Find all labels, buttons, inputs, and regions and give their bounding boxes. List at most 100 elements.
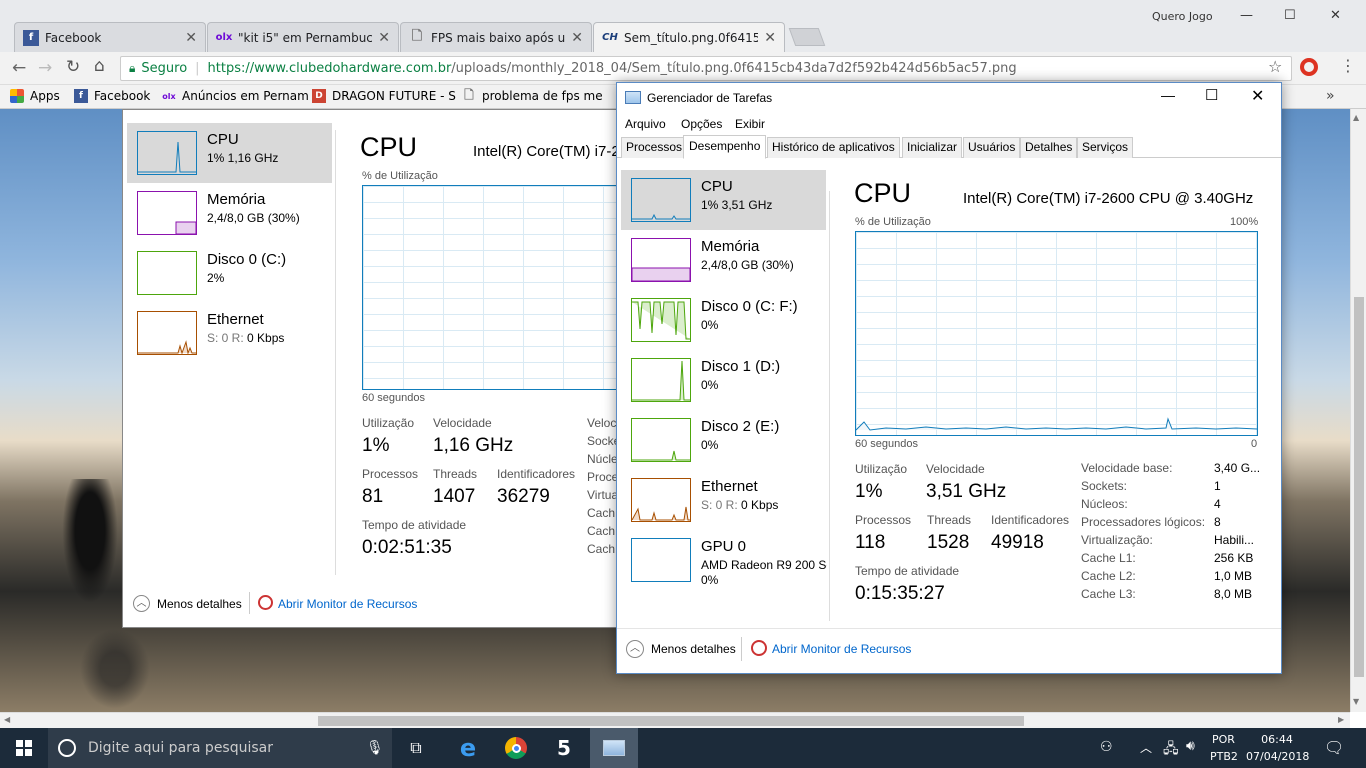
bookmark-facebook[interactable]: f Facebook [74,89,150,103]
close-icon[interactable]: ✕ [1251,86,1264,106]
bookmark-apps[interactable]: Apps [10,89,60,103]
embedded-sidebar: CPU 1% 1,16 GHz Memória 2,4/8,0 GB (30%)… [127,123,332,363]
divider [741,637,742,661]
scroll-right-icon[interactable]: ▶ [1338,715,1344,724]
sidebar-item-disk0[interactable]: Disco 0 (C: F:) 0% [621,290,826,350]
sidebar-item-disk1[interactable]: Disco 1 (D:) 0% [621,350,826,410]
fewer-details-link[interactable]: Menos detalhes [651,642,736,656]
menu-exibir[interactable]: Exibir [735,117,765,131]
more-bookmarks-icon[interactable]: » [1326,88,1335,104]
bookmark-fps[interactable]: 🗋 problema de fps me [462,88,602,104]
microphone-icon[interactable]: 🎙︎ [366,740,384,756]
tab-processos[interactable]: Processos [621,137,688,158]
runner-reflection [80,629,150,709]
menu-icon[interactable]: ⋮ [1340,56,1356,75]
home-icon[interactable]: ⌂ [94,56,105,76]
show-hidden-icons[interactable]: ︿ [1140,739,1152,756]
spec-label: Processadores lógicos: [1081,515,1206,529]
sidebar-sub: 2,4/8,0 GB (30%) [207,211,300,225]
close-tab-icon[interactable]: ✕ [378,30,390,46]
graph-label: % de Utilização [855,216,931,228]
ethernet-thumbnail [137,311,197,355]
browser-tab-image[interactable]: CH Sem_título.png.0f6415cb ✕ [593,22,785,52]
close-tab-icon[interactable]: ✕ [764,30,776,46]
opera-extension-icon[interactable] [1300,58,1318,76]
forward-icon[interactable]: → [38,58,52,78]
tab-usuarios[interactable]: Usuários [963,137,1021,158]
task-manager-taskbar-icon[interactable] [590,728,638,768]
sidebar-label: Memória [701,238,760,255]
menu-opcoes[interactable]: Opções [681,117,722,131]
sidebar-item-gpu[interactable]: GPU 0 AMD Radeon R9 200 Ser 0% [621,530,827,590]
sidebar-item-memory[interactable]: Memória 2,4/8,0 GB (30%) [621,230,826,290]
profile-name[interactable]: Quero Jogo [1152,10,1213,23]
address-bar[interactable]: 🔒︎ Seguro | https://www.clubedohardware.… [120,56,1292,81]
menu-arquivo[interactable]: Arquivo [625,117,666,131]
tab-inicializar[interactable]: Inicializar [902,137,963,158]
bookmark-dragon[interactable]: D DRAGON FUTURE - S [312,89,456,103]
scroll-up-icon[interactable]: ▲ [1353,113,1359,122]
disk2-thumbnail [631,418,691,462]
runner-silhouette [60,479,120,609]
keyboard-layout[interactable]: PTB2 [1210,750,1238,763]
windows-start-icon[interactable] [0,728,48,768]
cpu-usage-graph [855,231,1258,436]
spec-label: Cach [587,524,616,538]
stat-threads: 1528 [927,532,970,553]
volume-icon[interactable]: 🔊︎ [1186,738,1195,754]
search-box[interactable]: Digite aqui para pesquisar 🎙︎ [48,728,392,768]
close-tab-icon[interactable]: ✕ [185,30,197,46]
task-manager-window: Gerenciador de Tarefas — ☐ ✕ Arquivo Opç… [616,82,1282,674]
people-icon[interactable]: ⚇ [1100,739,1113,755]
browser-tab-fps[interactable]: 🗋 FPS mais baixo após upg ✕ [400,22,592,52]
sidebar-item-cpu[interactable]: CPU 1% 3,51 GHz [621,170,826,230]
language-indicator[interactable]: POR [1212,733,1235,746]
url-path: /uploads/monthly_2018_04/Sem_título.png.… [451,61,1017,76]
tab-detalhes[interactable]: Detalhes [1020,137,1078,158]
tab-historico[interactable]: Histórico de aplicativos [767,137,900,158]
reload-icon[interactable]: ↻ [66,57,80,77]
page-title: CPU [854,178,912,208]
chrome-icon[interactable] [492,728,540,768]
clock-time[interactable]: 06:44 [1246,733,1308,746]
spec-label: Sockets: [1081,479,1128,493]
vertical-scrollbar[interactable]: ▲ ▼ [1350,109,1366,712]
bookmark-olx[interactable]: olx Anúncios em Pernam [162,89,309,103]
sidebar-item-ethernet[interactable]: Ethernet S: 0 R: 0 Kbps [621,470,826,530]
close-icon[interactable]: ✕ [1330,8,1341,23]
sidebar-item-cpu: CPU 1% 1,16 GHz [127,123,332,183]
menu-bar: Arquivo Opções Exibir [617,113,1281,135]
tab-servicos[interactable]: Serviços [1077,137,1134,158]
sidebar-item-disk2[interactable]: Disco 2 (E:) 0% [621,410,826,470]
five-app-icon[interactable]: 5 [540,728,588,768]
browser-tab-facebook[interactable]: f Facebook ✕ [14,22,206,52]
clock-date[interactable]: 07/04/2018 [1246,750,1309,763]
tab-desempenho[interactable]: Desempenho [683,135,767,159]
spec-value: 1,0 MB [1214,569,1253,583]
spec-label: Cache L3: [1081,587,1136,601]
task-view-icon[interactable]: ⧉ [392,728,440,768]
back-icon[interactable]: ← [12,58,26,78]
scroll-thumb[interactable] [318,716,1024,726]
notification-icon[interactable]: 🗨︎ [1324,738,1344,757]
scroll-down-icon[interactable]: ▼ [1353,697,1359,706]
star-icon[interactable]: ☆ [1268,57,1282,76]
minimize-icon[interactable]: — [1161,87,1175,103]
maximize-icon[interactable]: ☐ [1205,86,1218,104]
title-bar[interactable]: Gerenciador de Tarefas — ☐ ✕ [617,83,1281,113]
browser-tab-olx[interactable]: olx "kit i5" em Pernambuco - ✕ [207,22,399,52]
spec-value: Habili... [1214,533,1255,547]
chevron-up-icon[interactable]: ︿ [626,640,644,658]
edge-icon[interactable]: e [444,728,492,768]
resource-monitor-link[interactable]: Abrir Monitor de Recursos [772,642,911,656]
minimize-icon[interactable]: — [1240,8,1253,23]
maximize-icon[interactable]: ☐ [1284,8,1296,23]
scroll-thumb[interactable] [1354,297,1364,677]
network-icon[interactable]: 🖧︎ [1163,738,1179,762]
new-tab-button[interactable] [788,28,826,46]
spec-label: Virtualização: [1081,533,1153,547]
horizontal-scrollbar[interactable]: ◀ ▶ [0,712,1350,728]
spec-value: 8 [1214,515,1221,529]
close-tab-icon[interactable]: ✕ [571,30,583,46]
scroll-left-icon[interactable]: ◀ [4,715,10,724]
